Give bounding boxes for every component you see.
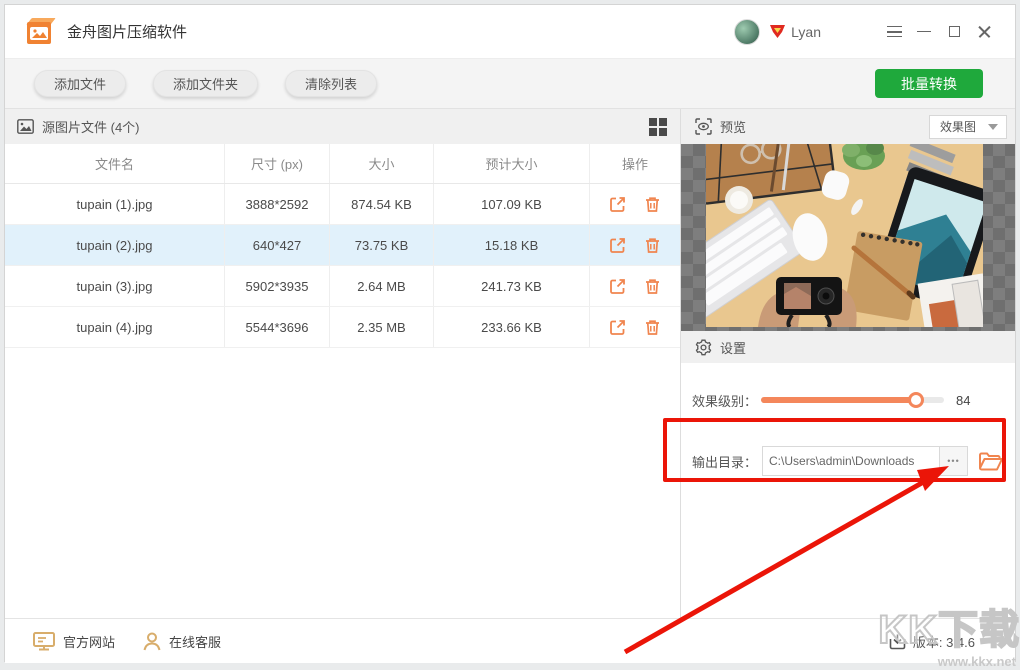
app-window: 金舟图片压缩软件 Lyan 添加文件 添加文件夹 清除列表 批量转换 源图片文件… [4,4,1016,663]
menu-icon[interactable] [879,17,909,47]
vip-badge-icon [770,25,786,38]
batch-convert-button[interactable]: 批量转换 [875,69,983,98]
version-label: 版本: 3.4.6 [912,634,975,650]
col-operation: 操作 [621,157,648,172]
cell-estimated: 233.66 KB [434,307,590,347]
browse-button[interactable]: ••• [940,446,969,476]
table-row[interactable]: tupain (2).jpg 640*427 73.75 KB 15.18 KB [5,225,680,266]
open-file-icon[interactable] [608,318,627,337]
monitor-icon [33,631,55,650]
output-dir-input[interactable] [762,446,941,476]
add-file-button[interactable]: 添加文件 [34,70,127,97]
preview-eye-icon [695,118,712,135]
official-website-label: 官方网站 [63,634,116,650]
open-file-icon[interactable] [608,195,627,214]
preview-mode-select[interactable]: 效果图 [929,114,1007,139]
download-icon [889,634,906,649]
cell-dimensions: 5544*3696 [225,307,330,347]
version-info: 版本: 3.4.6 [889,632,975,651]
preview-canvas [681,144,1015,331]
delete-file-icon[interactable] [643,195,662,214]
quality-slider-fill [761,397,917,403]
col-estimated: 预计大小 [434,144,590,183]
table-header-row: 文件名 尺寸 (px) 大小 预计大小 操作 [5,144,680,184]
preview-header: 预览 效果图 [681,109,1015,144]
gear-icon [695,339,712,356]
cell-filename: tupain (2).jpg [5,225,225,265]
close-icon[interactable] [969,17,999,47]
preview-image [706,144,983,327]
cell-size: 2.35 MB [330,307,434,347]
cell-size: 874.54 KB [330,184,434,224]
table-row[interactable]: tupain (1).jpg 3888*2592 874.54 KB 107.0… [5,184,680,225]
minimize-icon[interactable] [909,17,939,47]
maximize-icon[interactable] [939,17,969,47]
add-folder-button[interactable]: 添加文件夹 [153,70,259,97]
cell-dimensions: 640*427 [225,225,330,265]
title-bar: 金舟图片压缩软件 Lyan [5,5,1015,59]
table-row[interactable]: tupain (3).jpg 5902*3935 2.64 MB 241.73 … [5,266,680,307]
settings-header: 设置 [681,331,1015,363]
online-support-link[interactable]: 在线客服 [143,632,221,651]
preview-mode-value: 效果图 [940,120,977,134]
view-grid-icon[interactable] [649,117,667,136]
output-dir-label: 输出目录： [692,454,758,470]
picture-frame-icon [17,119,34,134]
col-filename: 文件名 [5,144,225,183]
cell-size: 73.75 KB [330,225,434,265]
cell-dimensions: 3888*2592 [225,184,330,224]
table-row[interactable]: tupain (4).jpg 5544*3696 2.35 MB 233.66 … [5,307,680,348]
official-website-link[interactable]: 官方网站 [33,631,116,651]
cell-filename: tupain (3).jpg [5,266,225,306]
source-files-panel: 源图片文件 (4个) 文件名 尺寸 (px) 大小 预计大小 操作 tupain… [5,109,681,618]
bottom-bar: 官方网站 在线客服 版本: 3.4.6 [5,618,1015,663]
cell-filename: tupain (1).jpg [5,184,225,224]
app-logo-icon [25,17,56,46]
open-file-icon[interactable] [608,236,627,255]
delete-file-icon[interactable] [643,236,662,255]
window-controls [879,17,999,47]
chevron-down-icon [988,123,998,130]
quality-label: 效果级别： [692,393,758,409]
clear-list-button[interactable]: 清除列表 [285,70,378,97]
cell-estimated: 15.18 KB [434,225,590,265]
app-root: 金舟图片压缩软件 Lyan 添加文件 添加文件夹 清除列表 批量转换 源图片文件… [0,0,1020,670]
quality-slider[interactable] [761,392,945,408]
cell-size: 2.64 MB [330,266,434,306]
settings-body: 效果级别： 84 输出目录： ••• [681,363,1015,618]
user-avatar[interactable] [734,18,761,45]
file-table: 文件名 尺寸 (px) 大小 预计大小 操作 tupain (1).jpg 38… [5,144,680,348]
quality-value: 84 [956,392,971,408]
preview-title: 预览 [720,120,747,135]
cell-dimensions: 5902*3935 [225,266,330,306]
delete-file-icon[interactable] [643,318,662,337]
app-title: 金舟图片压缩软件 [67,24,188,41]
open-file-icon[interactable] [608,277,627,296]
col-size: 大小 [330,144,434,183]
cell-estimated: 107.09 KB [434,184,590,224]
username: Lyan [791,23,821,40]
cell-estimated: 241.73 KB [434,266,590,306]
online-support-label: 在线客服 [169,634,222,650]
source-files-title: 源图片文件 (4个) [42,120,140,135]
source-files-header: 源图片文件 (4个) [5,109,680,144]
quality-slider-knob[interactable] [908,392,925,408]
col-dimensions: 尺寸 (px) [225,144,330,183]
settings-title: 设置 [720,340,747,356]
person-icon [143,632,161,650]
open-folder-icon[interactable] [978,451,1004,472]
delete-file-icon[interactable] [643,277,662,296]
preview-panel: 预览 效果图 设置 效果级别： 84 输出目录： C:\Users\admin\… [681,109,1015,618]
cell-filename: tupain (4).jpg [5,307,225,347]
toolbar: 添加文件 添加文件夹 清除列表 批量转换 [5,59,1015,109]
